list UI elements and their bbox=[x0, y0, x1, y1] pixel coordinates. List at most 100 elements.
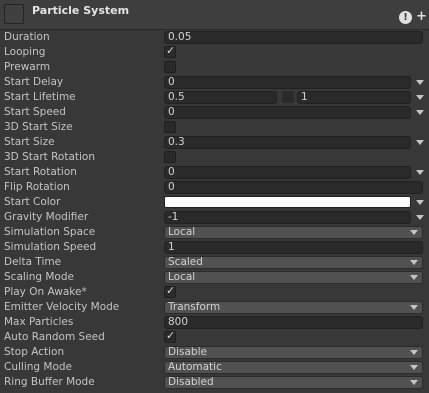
property-label: Culling Mode bbox=[4, 361, 73, 373]
property-label: Start Delay bbox=[4, 76, 64, 88]
property-label: Simulation Space bbox=[4, 226, 96, 238]
property-label: Start Lifetime bbox=[4, 91, 76, 103]
ring-buffer-mode-dropdown[interactable]: Disabled bbox=[164, 376, 423, 389]
property-label: Gravity Modifier bbox=[4, 211, 89, 223]
chevron-down-icon bbox=[410, 350, 418, 355]
gravity-modifier-field[interactable]: -1 bbox=[164, 211, 411, 224]
3d-start-size-checkbox[interactable] bbox=[164, 121, 176, 133]
component-title: Particle System bbox=[32, 4, 130, 17]
stop-action-dropdown[interactable]: Disable bbox=[164, 346, 423, 359]
start-speed-field[interactable]: 0 bbox=[164, 106, 411, 119]
dropdown-value: Local bbox=[168, 271, 196, 283]
property-row-start-rotation: Start Rotation 0 bbox=[0, 165, 429, 180]
property-row-start-delay: Start Delay 0 bbox=[0, 75, 429, 90]
property-label: 3D Start Rotation bbox=[4, 151, 96, 163]
chevron-down-icon[interactable] bbox=[416, 140, 424, 145]
property-row-gravity-modifier: Gravity Modifier -1 bbox=[0, 210, 429, 225]
looping-checkbox[interactable]: ✓ bbox=[164, 44, 176, 58]
play-on-awake-checkbox[interactable]: ✓ bbox=[164, 284, 176, 298]
auto-random-seed-checkbox[interactable]: ✓ bbox=[164, 330, 176, 343]
property-row-stop-action: Stop Action Disable bbox=[0, 345, 429, 360]
property-row-emitter-velocity-mode: Emitter Velocity Mode Transform bbox=[0, 300, 429, 315]
property-label: Prewarm bbox=[4, 61, 51, 73]
chevron-down-icon bbox=[410, 365, 418, 370]
checkmark-icon: ✓ bbox=[166, 284, 176, 297]
range-separator bbox=[282, 91, 294, 103]
property-row-max-particles: Max Particles 800 bbox=[0, 315, 429, 330]
flip-rotation-field[interactable]: 0 bbox=[164, 181, 423, 194]
chevron-down-icon[interactable] bbox=[416, 80, 424, 85]
property-row-looping: Looping ✓ bbox=[0, 45, 429, 60]
property-row-prewarm: Prewarm bbox=[0, 60, 429, 75]
start-lifetime-max-field[interactable]: 1 bbox=[297, 91, 411, 104]
chevron-down-icon bbox=[410, 275, 418, 280]
property-row-ring-buffer-mode: Ring Buffer Mode Disabled bbox=[0, 375, 429, 390]
property-label: Delta Time bbox=[4, 256, 62, 268]
delta-time-dropdown[interactable]: Scaled bbox=[164, 256, 423, 269]
3d-start-rotation-checkbox[interactable] bbox=[164, 151, 176, 163]
plus-icon[interactable]: + bbox=[416, 9, 427, 24]
property-label: Scaling Mode bbox=[4, 271, 74, 283]
chevron-down-icon[interactable] bbox=[416, 110, 424, 115]
dropdown-value: Local bbox=[168, 226, 196, 238]
chevron-down-icon[interactable] bbox=[416, 200, 424, 205]
property-row-start-lifetime: Start Lifetime 0.5 1 bbox=[0, 90, 429, 105]
help-icon[interactable]: ! bbox=[399, 11, 412, 24]
dropdown-value: Transform bbox=[168, 301, 221, 313]
chevron-down-icon[interactable] bbox=[416, 95, 424, 100]
scaling-mode-dropdown[interactable]: Local bbox=[164, 271, 423, 284]
property-row-delta-time: Delta Time Scaled bbox=[0, 255, 429, 270]
property-row-play-on-awake: Play On Awake* ✓ bbox=[0, 285, 429, 300]
property-row-culling-mode: Culling Mode Automatic bbox=[0, 360, 429, 375]
property-row-duration: Duration 0.05 bbox=[0, 30, 429, 45]
start-rotation-field[interactable]: 0 bbox=[164, 166, 411, 179]
component-header: Particle System ! + bbox=[0, 0, 429, 30]
property-row-simulation-space: Simulation Space Local bbox=[0, 225, 429, 240]
property-label: Start Speed bbox=[4, 106, 66, 118]
property-label: Stop Action bbox=[4, 346, 65, 358]
max-particles-field[interactable]: 800 bbox=[164, 316, 423, 329]
checkmark-icon: ✓ bbox=[166, 44, 176, 57]
culling-mode-dropdown[interactable]: Automatic bbox=[164, 361, 423, 374]
prewarm-checkbox[interactable] bbox=[164, 61, 176, 73]
start-color-swatch[interactable] bbox=[164, 196, 411, 208]
component-foldout-box[interactable] bbox=[4, 4, 24, 24]
property-label: Flip Rotation bbox=[4, 181, 70, 193]
property-row-start-speed: Start Speed 0 bbox=[0, 105, 429, 120]
chevron-down-icon bbox=[410, 305, 418, 310]
property-row-auto-random-seed: Auto Random Seed ✓ bbox=[0, 330, 429, 345]
chevron-down-icon[interactable] bbox=[416, 215, 424, 220]
property-label: Start Rotation bbox=[4, 166, 77, 178]
property-label: Auto Random Seed bbox=[4, 331, 105, 343]
property-label: Duration bbox=[4, 31, 50, 43]
property-row-3d-start-size: 3D Start Size bbox=[0, 120, 429, 135]
chevron-down-icon[interactable] bbox=[416, 170, 424, 175]
dropdown-value: Scaled bbox=[168, 256, 203, 268]
emitter-velocity-mode-dropdown[interactable]: Transform bbox=[164, 301, 423, 314]
start-size-field[interactable]: 0.3 bbox=[164, 136, 411, 149]
duration-field[interactable]: 0.05 bbox=[164, 31, 423, 44]
dropdown-value: Disable bbox=[168, 346, 207, 358]
property-row-start-size: Start Size 0.3 bbox=[0, 135, 429, 150]
property-row-start-color: Start Color bbox=[0, 195, 429, 210]
property-list: Duration 0.05 Looping ✓ Prewarm Start Delay 0 S… bbox=[0, 30, 429, 390]
property-label: Start Color bbox=[4, 196, 61, 208]
property-label: Ring Buffer Mode bbox=[4, 376, 95, 388]
chevron-down-icon bbox=[410, 260, 418, 265]
property-label: 3D Start Size bbox=[4, 121, 73, 133]
property-label: Simulation Speed bbox=[4, 241, 97, 253]
dropdown-value: Disabled bbox=[168, 376, 214, 388]
start-delay-field[interactable]: 0 bbox=[164, 76, 411, 89]
property-label: Max Particles bbox=[4, 316, 74, 328]
simulation-speed-field[interactable]: 1 bbox=[164, 241, 423, 254]
property-row-3d-start-rotation: 3D Start Rotation bbox=[0, 150, 429, 165]
property-row-simulation-speed: Simulation Speed 1 bbox=[0, 240, 429, 255]
dropdown-value: Automatic bbox=[168, 361, 222, 373]
start-lifetime-min-field[interactable]: 0.5 bbox=[164, 91, 277, 104]
property-label: Emitter Velocity Mode bbox=[4, 301, 120, 313]
chevron-down-icon bbox=[410, 230, 418, 235]
property-label: Start Size bbox=[4, 136, 55, 148]
simulation-space-dropdown[interactable]: Local bbox=[164, 226, 423, 239]
property-row-scaling-mode: Scaling Mode Local bbox=[0, 270, 429, 285]
property-row-flip-rotation: Flip Rotation 0 bbox=[0, 180, 429, 195]
